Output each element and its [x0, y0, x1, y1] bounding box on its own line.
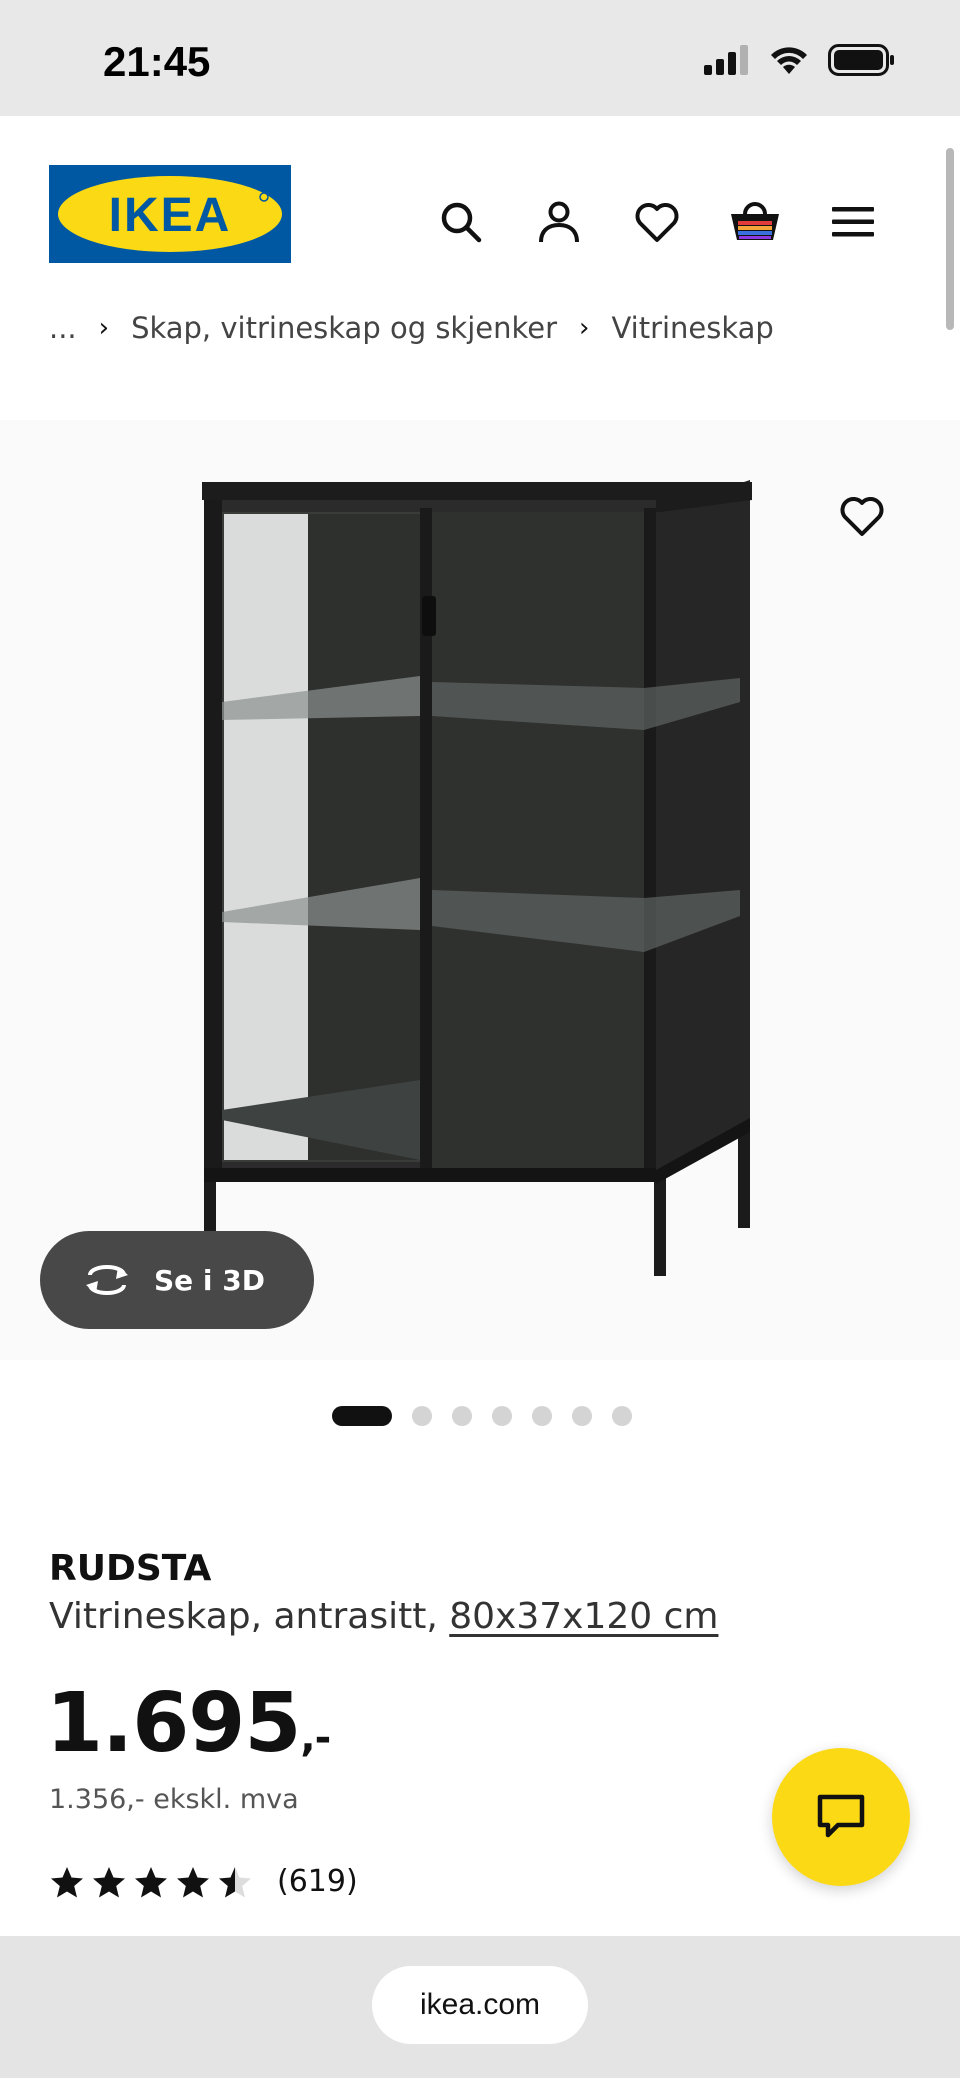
price-value: 1.695 — [46, 1676, 301, 1771]
product-type: Vitrineskap, antrasitt, — [49, 1596, 438, 1637]
header-actions — [412, 192, 902, 252]
ikea-logo[interactable]: IKEA — [49, 165, 291, 263]
search-icon — [441, 202, 482, 243]
star-full-icon — [135, 1866, 167, 1897]
favorite-button[interactable] — [806, 460, 918, 572]
image-carousel-dots — [332, 1406, 632, 1426]
svg-text:IKEA: IKEA — [109, 189, 232, 242]
chat-bubble-icon — [817, 1794, 865, 1838]
carousel-dot[interactable] — [452, 1406, 472, 1426]
price-suffix: ,- — [300, 1715, 331, 1761]
rotate-3d-icon — [86, 1265, 128, 1295]
star-half-icon — [219, 1866, 251, 1897]
view-in-3d-label: Se i 3D — [154, 1263, 265, 1297]
page-scrollbar[interactable] — [946, 148, 954, 330]
carousel-dot[interactable] — [492, 1406, 512, 1426]
carousel-dot-active[interactable] — [332, 1406, 392, 1426]
view-in-3d-button[interactable]: Se i 3D — [40, 1231, 314, 1329]
star-full-icon — [51, 1866, 83, 1897]
search-button[interactable] — [412, 192, 510, 252]
status-bar: 21:45 — [0, 0, 960, 116]
breadcrumb-item-display-cabinets[interactable]: Vitrineskap — [611, 311, 773, 345]
browser-bottom-bar: ikea.com — [0, 1936, 960, 2078]
breadcrumb-ellipsis[interactable]: ... — [49, 311, 77, 345]
chevron-right-icon: › — [579, 313, 590, 343]
breadcrumb: ... › Skap, vitrineskap og skjenker › Vi… — [49, 306, 774, 350]
product-name: RUDSTA — [49, 1548, 212, 1589]
cart-button[interactable] — [706, 192, 804, 252]
wifi-icon — [771, 47, 807, 74]
heart-icon — [635, 203, 679, 242]
menu-button[interactable] — [804, 192, 902, 252]
price-excl-vat: 1.356,- ekskl. mva — [49, 1784, 299, 1815]
heart-icon — [840, 497, 884, 536]
user-icon — [539, 201, 579, 243]
star-full-icon — [93, 1866, 125, 1897]
profile-button[interactable] — [510, 192, 608, 252]
review-count[interactable]: (619) — [277, 1864, 358, 1899]
carousel-dot[interactable] — [532, 1406, 552, 1426]
product-description: Vitrineskap, antrasitt, 80x37x120 cm — [49, 1596, 718, 1637]
rating-stars — [49, 1865, 253, 1899]
breadcrumb-item-cabinets[interactable]: Skap, vitrineskap og skjenker — [131, 311, 557, 345]
chevron-right-icon: › — [98, 313, 110, 343]
product-price: 1.695,- — [46, 1676, 331, 1771]
product-size-link[interactable]: 80x37x120 cm — [449, 1596, 718, 1637]
wishlist-button[interactable] — [608, 192, 706, 252]
status-time: 21:45 — [103, 38, 211, 85]
star-full-icon — [177, 1866, 209, 1897]
address-bar[interactable]: ikea.com — [372, 1966, 588, 2044]
cellular-signal-icon — [704, 45, 748, 75]
battery-icon — [828, 44, 894, 76]
hamburger-menu-icon — [832, 207, 874, 237]
carousel-dot[interactable] — [572, 1406, 592, 1426]
product-rating[interactable]: (619) — [49, 1864, 358, 1899]
shopping-bag-icon — [731, 202, 779, 240]
carousel-dot[interactable] — [412, 1406, 432, 1426]
status-icons — [704, 44, 896, 76]
carousel-dot[interactable] — [612, 1406, 632, 1426]
chat-button[interactable] — [772, 1748, 910, 1886]
site-header: IKEA — [0, 116, 960, 296]
